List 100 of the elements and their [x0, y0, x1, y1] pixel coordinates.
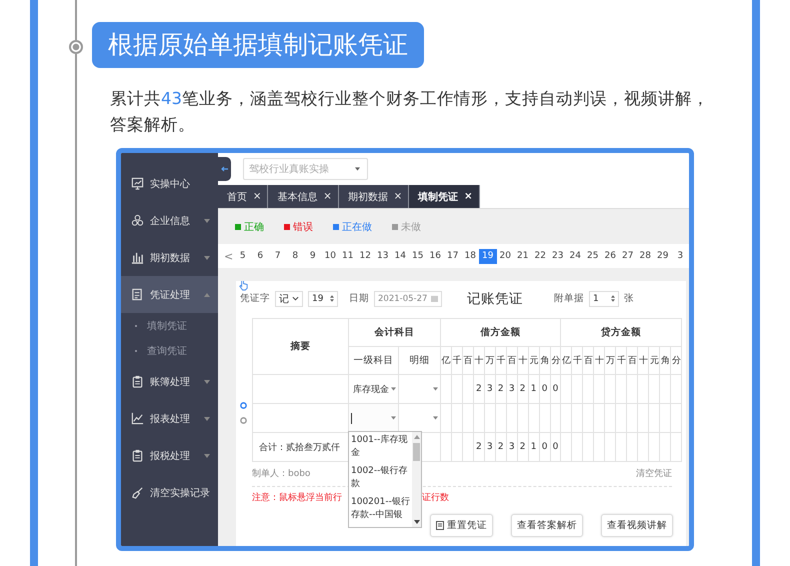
previous-button[interactable]: <	[224, 250, 234, 262]
amount-digit: 0	[542, 442, 548, 452]
page-number[interactable]: 24	[566, 248, 584, 264]
amount-digit: 0	[542, 384, 548, 394]
action-button[interactable]: 查看视频讲解	[601, 514, 673, 537]
page-number[interactable]: 27	[619, 248, 636, 264]
sidebar-item[interactable]: 报表处理	[121, 400, 218, 437]
page-number[interactable]: 15	[409, 248, 426, 264]
page-number[interactable]: 21	[514, 248, 532, 264]
amount-digit: 1	[530, 442, 536, 452]
attachment-count-field[interactable]: 1	[589, 290, 619, 306]
dropdown-option[interactable]: 100201--银行存款--中国银	[351, 495, 410, 526]
date-field[interactable]: 2021-05-27	[374, 290, 442, 306]
page-number[interactable]: 3	[672, 248, 689, 264]
caret-down-icon	[391, 416, 396, 420]
tab[interactable]: 期初数据 ×	[338, 185, 410, 208]
sidebar-item[interactable]: 实操中心	[121, 165, 218, 202]
scroll-down-icon	[414, 520, 420, 524]
sidebar-subitem[interactable]: 填制凭证	[121, 313, 218, 338]
sidebar-item[interactable]: 清空实操记录	[121, 474, 218, 511]
document-icon	[131, 288, 144, 301]
unit-header: 角	[660, 346, 671, 374]
unit-header: 百	[506, 346, 518, 374]
detail-select[interactable]	[398, 374, 440, 404]
sidebar-item[interactable]: 企业信息	[121, 202, 218, 239]
sidebar-item[interactable]: 账簿处理	[121, 363, 218, 400]
date-label: 日期	[349, 292, 369, 305]
attachment-label: 附单据	[554, 292, 584, 305]
page-number[interactable]: 25	[584, 248, 602, 264]
action-button[interactable]: 重置凭证	[430, 514, 493, 537]
unit-header: 十	[473, 346, 484, 374]
scroll-thumb[interactable]	[413, 443, 420, 461]
page-number[interactable]: 5	[234, 248, 252, 264]
page-number[interactable]: 13	[374, 248, 392, 264]
action-button[interactable]: 查看答案解析	[511, 514, 583, 537]
page-number[interactable]: 12	[356, 248, 374, 264]
page-number[interactable]: 23	[549, 248, 566, 264]
unit-header: 万	[604, 346, 616, 374]
page-number[interactable]: 19	[479, 248, 496, 264]
page-number[interactable]: 26	[602, 248, 619, 264]
amount-digit: 2	[498, 442, 504, 452]
add-row-icon[interactable]	[240, 402, 247, 409]
sidebar-item[interactable]: 报税处理	[121, 437, 218, 474]
unit-header: 百	[462, 346, 474, 374]
column-header: 摘要	[252, 318, 348, 374]
sidebar-item[interactable]: 期初数据	[121, 239, 218, 276]
amount-digit: 2	[498, 384, 504, 394]
page-number[interactable]: 6	[252, 248, 269, 264]
unit-header: 十	[517, 346, 528, 374]
amount-digit: 0	[552, 442, 558, 452]
account-select[interactable]	[348, 404, 398, 432]
page-number[interactable]: 11	[339, 248, 356, 264]
page-number[interactable]: 10	[322, 248, 339, 264]
page-number[interactable]: 14	[392, 248, 409, 264]
dropdown-option[interactable]: 1001--库存现金	[351, 433, 410, 464]
page-number[interactable]: 29	[654, 248, 672, 264]
column-header: 借方金额	[440, 318, 561, 346]
line-chart-icon	[131, 412, 144, 425]
remove-row-icon[interactable]	[240, 417, 247, 424]
page-number[interactable]: 20	[496, 248, 514, 264]
tab[interactable]: 基本信息 ×	[268, 185, 339, 208]
caret-down-icon	[355, 167, 360, 171]
amount-digit: 2	[476, 384, 482, 394]
arrow-left-icon	[220, 165, 228, 173]
page-number[interactable]: 8	[286, 248, 304, 264]
unit-header: 角	[539, 346, 550, 374]
timeline-line	[75, 0, 77, 40]
page-number[interactable]: 28	[636, 248, 654, 264]
voucher-word-label: 凭证字	[240, 292, 270, 305]
column-header: 明细	[398, 346, 440, 374]
unit-header: 百	[582, 346, 594, 374]
page-number[interactable]: 9	[304, 248, 322, 264]
legend-label: 错误	[293, 220, 313, 234]
page-number[interactable]: 16	[426, 248, 444, 264]
sidebar-subitem[interactable]: 查询凭证	[121, 338, 218, 363]
page-number[interactable]: 22	[532, 248, 549, 264]
amount-digit: 3	[486, 384, 493, 394]
collapse-button[interactable]	[218, 157, 231, 181]
unit-header: 元	[528, 346, 540, 374]
unit-header: 分	[670, 346, 682, 374]
voucher-word-select[interactable]: 记	[275, 290, 303, 306]
page-number[interactable]: 18	[462, 248, 479, 264]
amount-digit: 3	[486, 442, 493, 452]
scrollbar[interactable]	[412, 432, 421, 527]
document-icon	[436, 521, 444, 530]
dropdown-option[interactable]: 1002--银行存款	[351, 464, 410, 495]
brush-icon	[131, 486, 144, 499]
page-number[interactable]: 17	[444, 248, 462, 264]
attachment-unit: 张	[624, 292, 634, 305]
tab[interactable]: 填制凭证 ×	[409, 185, 480, 208]
timeline-dot	[69, 40, 83, 54]
page-number[interactable]: 7	[269, 248, 286, 264]
clear-voucher-link[interactable]: 清空凭证	[636, 467, 672, 480]
tab[interactable]: 首页 ×	[218, 185, 268, 208]
sidebar-item[interactable]: 凭证处理	[121, 276, 218, 313]
unit-header: 亿	[560, 346, 572, 374]
unit-header: 百	[626, 346, 638, 374]
amount-digit: 2	[476, 442, 482, 452]
chevron-down-icon	[292, 296, 299, 301]
voucher-number-field[interactable]: 19	[308, 290, 338, 306]
